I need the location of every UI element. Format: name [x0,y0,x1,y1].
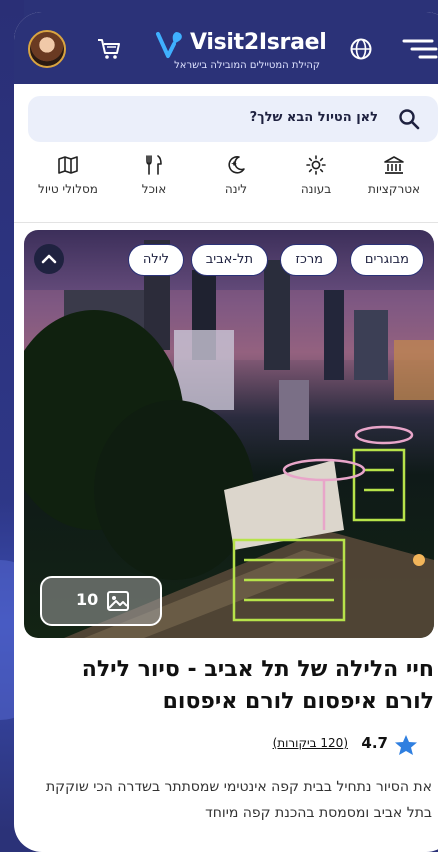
gallery-button[interactable]: 10 [40,576,162,626]
cutlery-icon [146,155,162,175]
search-bar[interactable]: לאן הטיול הבא שלך? [28,96,438,142]
rating-score: 4.7 [361,734,388,752]
globe-icon[interactable] [348,36,374,62]
sun-icon [306,155,326,175]
category-label: מסלולי טיול [38,182,98,196]
user-avatar[interactable] [28,30,66,68]
category-nav: אטרקציות בעונה לינה אוכל מסלולי טיול [14,154,434,214]
rating-row: 4.7 (120 ביקורות) [14,732,434,756]
category-label: אטרקציות [367,182,421,196]
phone-frame: Visit2Israel קהילת המטיילים המובילה בישר… [14,12,438,852]
tour-photo[interactable]: מבוגרים מרכז תל-אביב לילה 10 [24,230,434,638]
collapse-tags-button[interactable] [34,244,64,274]
brand-tagline: קהילת המטיילים המובילה בישראל [174,60,320,71]
reviews-link[interactable]: (120 ביקורות) [273,736,348,750]
tour-description: את הסיור נתחיל בבית קפה אינטימי שמסתתר ב… [45,779,432,821]
star-icon [395,735,417,755]
image-icon [107,591,129,611]
logo-mark-icon [156,32,182,58]
category-food[interactable]: אוכל [114,154,194,196]
landmark-icon [384,156,404,174]
tag-chip[interactable]: מבוגרים [349,244,424,276]
search-icon[interactable] [398,108,420,130]
category-lodging[interactable]: לינה [196,154,276,196]
top-header: Visit2Israel קהילת המטיילים המובילה בישר… [14,12,438,84]
tour-title: חיי הלילה של תל אביב - סיור לילה לורם אי… [81,657,434,714]
map-icon [58,156,78,174]
tag-chip[interactable]: מרכז [280,244,338,276]
tag-chip[interactable]: לילה [127,244,184,276]
category-attractions[interactable]: אטרקציות [354,154,434,196]
category-label: לינה [224,182,248,196]
category-label: בעונה [300,182,332,196]
category-season[interactable]: בעונה [276,154,356,196]
hamburger-menu-icon[interactable] [400,34,438,64]
site-logo[interactable]: Visit2Israel קהילת המטיילים המובילה בישר… [154,24,327,72]
chevron-up-icon [41,254,57,264]
cart-icon[interactable] [96,36,122,62]
category-label: אוכל [141,182,167,196]
tag-chip[interactable]: תל-אביב [190,244,268,276]
search-placeholder[interactable]: לאן הטיול הבא שלך? [250,110,378,125]
category-trails[interactable]: מסלולי טיול [28,154,108,196]
brand-name: Visit2Israel [190,30,327,55]
moon-icon [228,156,245,174]
section-divider [14,222,438,223]
gallery-count: 10 [76,590,99,609]
